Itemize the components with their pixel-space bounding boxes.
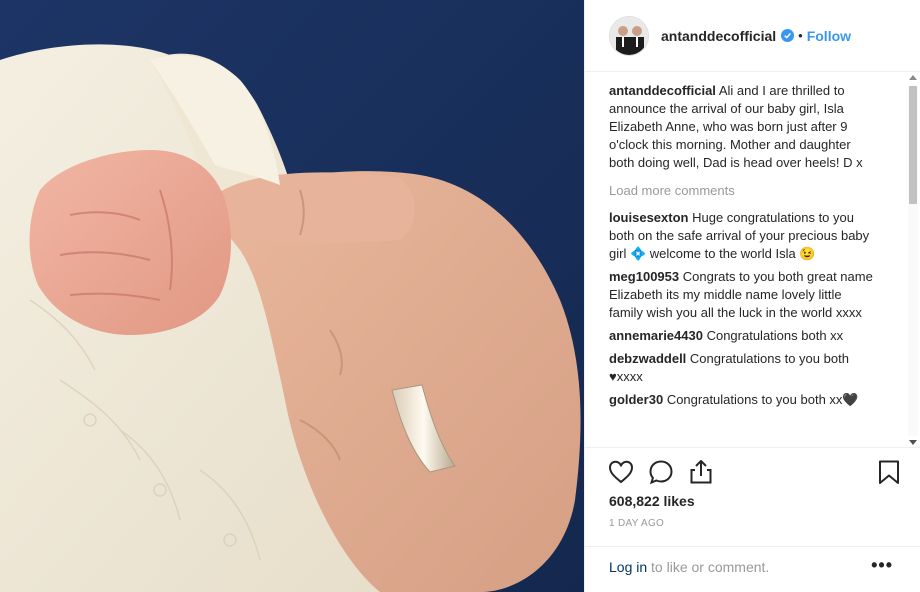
heart-icon[interactable] — [607, 458, 635, 486]
comment-username[interactable]: golder30 — [609, 392, 663, 407]
comments-list: antanddecofficial Ali and I are thrilled… — [609, 82, 879, 414]
header-separator: • — [798, 28, 803, 43]
comment-item: debzwaddell Congratulations to you both … — [609, 350, 879, 386]
bookmark-icon[interactable] — [875, 458, 903, 486]
comment-text: Congratulations to you both xx🖤 — [666, 392, 859, 407]
post-header: antanddecofficial • Follow — [585, 0, 920, 72]
header-username[interactable]: antanddecofficial — [661, 28, 776, 44]
comment-item: annemarie4430 Congratulations both xx — [609, 327, 879, 345]
comment-icon[interactable] — [647, 458, 675, 486]
verified-badge-icon — [781, 29, 795, 42]
post-photo[interactable] — [0, 0, 584, 592]
comment-username[interactable]: annemarie4430 — [609, 328, 703, 343]
post-side-panel: antanddecofficial • Follow antanddecoffi… — [584, 0, 920, 592]
avatar-image — [610, 16, 648, 55]
load-more-comments-button[interactable]: Load more comments — [609, 182, 879, 200]
login-link[interactable]: Log in — [609, 559, 647, 575]
share-icon[interactable] — [687, 458, 715, 486]
comment-username[interactable]: louisesexton — [609, 210, 688, 225]
comment-text: Congratulations both xx — [706, 328, 844, 343]
post-timestamp[interactable]: 1 DAY AGO — [609, 518, 664, 529]
scroll-up-arrow-icon[interactable] — [909, 75, 917, 80]
post-footer: Log in to like or comment. ••• — [585, 546, 920, 592]
login-prompt: Log in to like or comment. — [609, 559, 769, 575]
caption-username[interactable]: antanddecofficial — [609, 83, 716, 98]
more-options-button[interactable]: ••• — [871, 555, 893, 576]
comment-username[interactable]: debzwaddell — [609, 351, 686, 366]
comment-item: meg100953 Congrats to you both great nam… — [609, 268, 879, 322]
login-prompt-text: to like or comment. — [647, 559, 770, 575]
comment-username[interactable]: meg100953 — [609, 269, 679, 284]
comment-item: golder30 Congratulations to you both xx🖤 — [609, 391, 879, 409]
post-actions-bar — [585, 448, 920, 496]
avatar[interactable] — [609, 15, 649, 56]
likes-count[interactable]: 608,822 likes — [609, 493, 695, 509]
baby-hand-photo — [0, 0, 584, 592]
comments-section: antanddecofficial Ali and I are thrilled… — [585, 72, 920, 448]
post-caption: antanddecofficial Ali and I are thrilled… — [609, 82, 879, 172]
scroll-down-arrow-icon[interactable] — [909, 440, 917, 445]
follow-button[interactable]: Follow — [807, 28, 851, 44]
scrollbar-thumb[interactable] — [909, 86, 917, 204]
comments-scrollbar[interactable] — [906, 72, 918, 447]
instagram-post-modal: antanddecofficial • Follow antanddecoffi… — [0, 0, 920, 592]
comment-item: louisesexton Huge congratulations to you… — [609, 209, 879, 263]
